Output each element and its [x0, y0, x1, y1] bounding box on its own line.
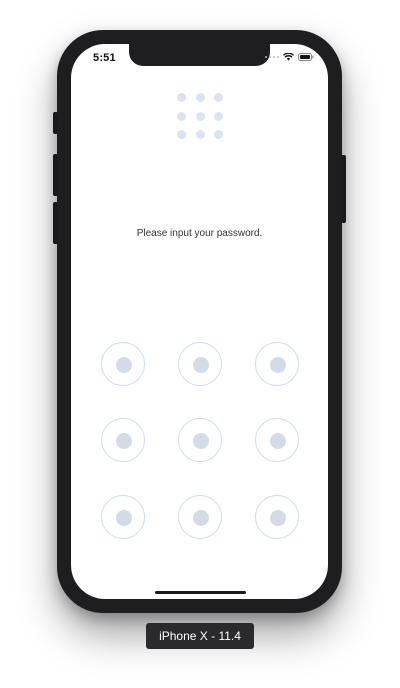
pattern-node-7[interactable]: [101, 495, 145, 539]
pattern-node-3[interactable]: [255, 342, 299, 386]
iphone-device-frame: 5:51 Please input your password.: [53, 30, 346, 613]
pattern-node-9[interactable]: [255, 495, 299, 539]
home-indicator[interactable]: [155, 591, 246, 594]
volume-up-button: [53, 154, 58, 196]
pattern-node-6[interactable]: [255, 418, 299, 462]
pattern-node-core: [116, 433, 132, 449]
pattern-node-core: [193, 510, 209, 526]
pattern-node-core: [116, 510, 132, 526]
pattern-node-core: [193, 357, 209, 373]
mute-switch: [53, 112, 58, 134]
simulator-stage: 5:51 Please input your password. iPhone …: [0, 0, 400, 688]
pattern-node-core: [116, 357, 132, 373]
simulator-device-label: iPhone X - 11.4: [146, 623, 254, 649]
pattern-node-2[interactable]: [178, 342, 222, 386]
power-button: [341, 155, 346, 223]
device-screen: 5:51 Please input your password.: [71, 44, 328, 599]
pattern-node-5[interactable]: [178, 418, 222, 462]
pattern-node-core: [270, 357, 286, 373]
volume-down-button: [53, 202, 58, 244]
pattern-node-8[interactable]: [178, 495, 222, 539]
pattern-node-4[interactable]: [101, 418, 145, 462]
pattern-node-1[interactable]: [101, 342, 145, 386]
pattern-node-core: [270, 433, 286, 449]
pattern-node-core: [193, 433, 209, 449]
pattern-lock-pad: [71, 44, 328, 599]
pattern-node-core: [270, 510, 286, 526]
